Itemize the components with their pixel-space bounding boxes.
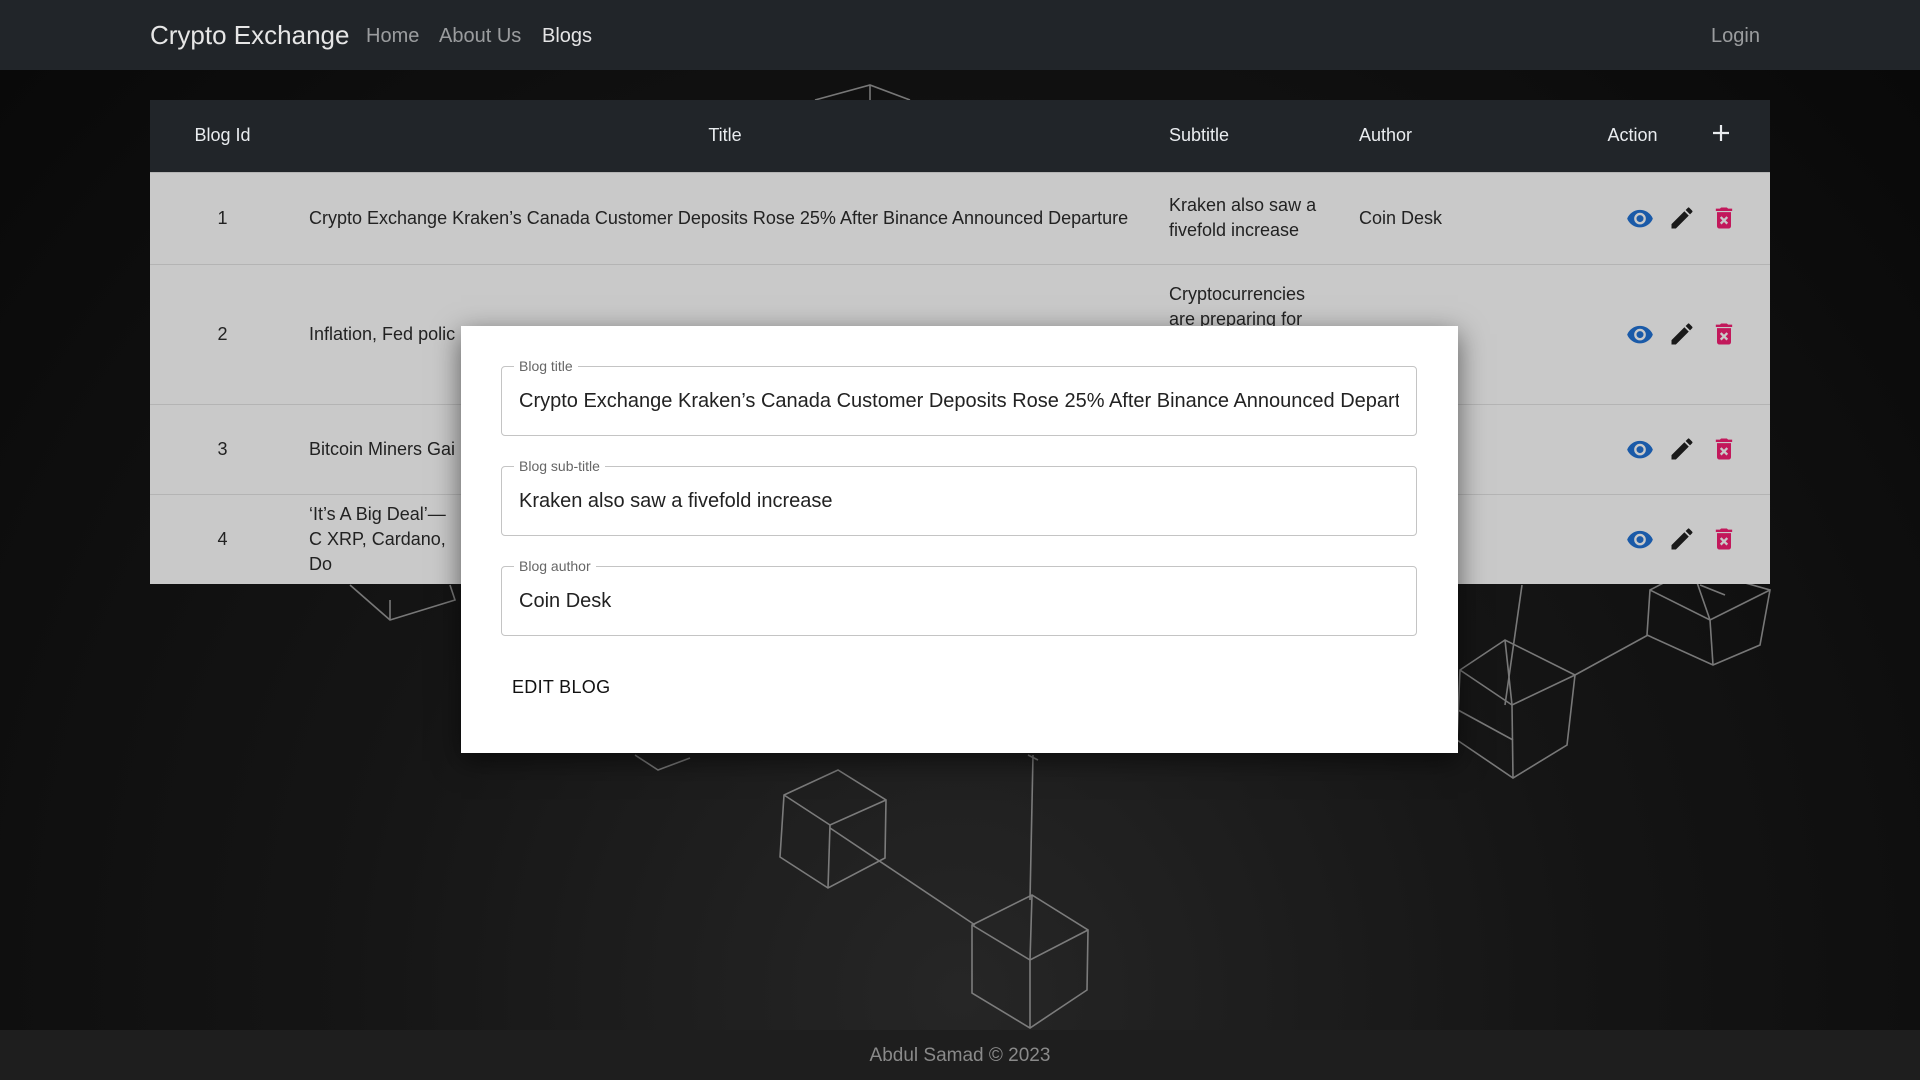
table-header-row: Blog Id Title Subtitle Author Action [150, 100, 1770, 172]
header-author: Author [1359, 125, 1413, 146]
view-blog-button[interactable] [1626, 525, 1654, 553]
edit-blog-button[interactable] [1668, 525, 1696, 553]
blog-author-input[interactable] [519, 567, 1399, 635]
view-blog-button[interactable] [1626, 435, 1654, 463]
eye-icon [1627, 440, 1653, 459]
blog-title-field: Blog title [501, 357, 1417, 436]
cell-actions [1570, 404, 1770, 494]
delete-blog-button[interactable] [1710, 204, 1738, 232]
top-navbar: Crypto Exchange Home About Us Blogs Logi… [0, 0, 1920, 70]
cell-actions [1570, 264, 1770, 404]
trash-icon [1715, 528, 1733, 550]
trash-icon [1715, 323, 1733, 345]
pencil-icon [1671, 438, 1693, 460]
blog-author-field: Blog author [501, 557, 1417, 636]
cell-title: Crypto Exchange Kraken’s Canada Customer… [309, 207, 1129, 228]
trash-icon [1715, 438, 1733, 460]
delete-blog-button[interactable] [1710, 435, 1738, 463]
cell-blog-id: 4 [217, 528, 228, 549]
footer-copyright: Abdul Samad © 2023 [869, 1045, 1051, 1066]
page-footer: Abdul Samad © 2023 [0, 1030, 1920, 1080]
blog-subtitle-field: Blog sub-title [501, 457, 1417, 536]
header-action: Action [1607, 125, 1658, 146]
eye-icon [1627, 325, 1653, 344]
header-blog-id: Blog Id [194, 125, 251, 146]
trash-icon [1715, 207, 1733, 229]
cell-blog-id: 3 [217, 438, 228, 459]
edit-blog-button[interactable] [1668, 204, 1696, 232]
view-blog-button[interactable] [1626, 320, 1654, 348]
plus-icon [1713, 125, 1729, 142]
eye-icon [1627, 209, 1653, 228]
header-title: Title [708, 125, 742, 146]
nav-about-us[interactable]: About Us [439, 24, 521, 48]
edit-blog-submit-button[interactable]: EDIT BLOG [501, 669, 621, 706]
delete-blog-button[interactable] [1710, 525, 1738, 553]
view-blog-button[interactable] [1626, 204, 1654, 232]
header-subtitle: Subtitle [1169, 125, 1230, 146]
nav-login[interactable]: Login [1711, 24, 1760, 48]
header-add [1695, 100, 1770, 172]
pencil-icon [1671, 207, 1693, 229]
cell-title-text: ‘It’s A Big Deal’—C XRP, Cardano, Do [309, 503, 446, 574]
pencil-icon [1671, 528, 1693, 550]
blog-subtitle-input[interactable] [519, 467, 1399, 535]
cell-subtitle-text: Cryptocurrencies are preparing for [1169, 283, 1306, 329]
blog-title-input[interactable] [519, 367, 1399, 435]
nav-home[interactable]: Home [366, 24, 419, 48]
delete-blog-button[interactable] [1710, 320, 1738, 348]
cell-actions [1570, 494, 1770, 584]
cell-actions [1570, 172, 1770, 264]
edit-blog-button[interactable] [1668, 320, 1696, 348]
edit-blog-button[interactable] [1668, 435, 1696, 463]
brand-logo[interactable]: Crypto Exchange [150, 18, 349, 52]
cell-blog-id: 2 [217, 323, 228, 344]
cell-blog-id: 1 [217, 207, 228, 228]
cell-author: Coin Desk [1359, 207, 1443, 228]
edit-blog-modal: Blog title Blog sub-title Blog author ED… [461, 326, 1458, 753]
eye-icon [1627, 531, 1653, 549]
nav-blogs[interactable]: Blogs [542, 24, 592, 48]
pencil-icon [1671, 323, 1693, 345]
table-row: 1 Crypto Exchange Kraken’s Canada Custom… [150, 172, 1770, 264]
cell-subtitle: Kraken also saw a fivefold increase [1169, 195, 1317, 240]
add-blog-button[interactable] [1709, 121, 1733, 145]
